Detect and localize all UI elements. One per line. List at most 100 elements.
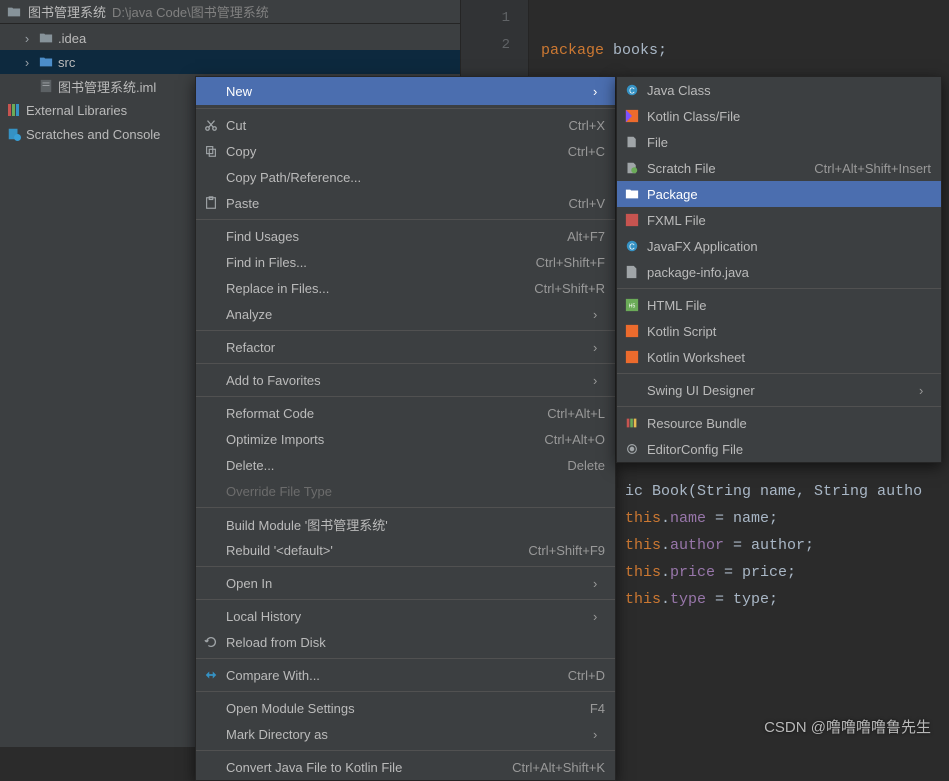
menu-compare[interactable]: Compare With...Ctrl+D <box>196 662 615 688</box>
submenu-file[interactable]: File <box>617 129 941 155</box>
separator <box>196 363 615 364</box>
kotlin-icon <box>623 107 641 125</box>
tree-label: .idea <box>58 31 86 46</box>
cut-icon <box>202 116 220 134</box>
scratches-icon <box>6 126 22 142</box>
breadcrumb-path: D:\java Code\图书管理系统 <box>112 2 269 21</box>
context-menu: New› CutCtrl+X CopyCtrl+C Copy Path/Refe… <box>195 76 616 781</box>
folder-icon <box>38 30 54 46</box>
chevron-right-icon: › <box>593 307 605 322</box>
chevron-right-icon[interactable]: › <box>20 55 34 69</box>
separator <box>196 599 615 600</box>
menu-modsettings[interactable]: Open Module SettingsF4 <box>196 695 615 721</box>
separator <box>617 373 941 374</box>
menu-convert[interactable]: Convert Java File to Kotlin FileCtrl+Alt… <box>196 754 615 780</box>
copy-icon <box>202 142 220 160</box>
package-icon <box>623 185 641 203</box>
submenu-fxml[interactable]: FXML File <box>617 207 941 233</box>
menu-openin[interactable]: Open In› <box>196 570 615 596</box>
svg-text:C: C <box>629 243 635 252</box>
resource-bundle-icon <box>623 414 641 432</box>
submenu-javafx[interactable]: C JavaFX Application <box>617 233 941 259</box>
submenu-kscript[interactable]: Kotlin Script <box>617 318 941 344</box>
chevron-right-icon: › <box>593 727 605 742</box>
menu-reformat[interactable]: Reformat CodeCtrl+Alt+L <box>196 400 615 426</box>
package-info-icon <box>623 263 641 281</box>
compare-icon <box>202 666 220 684</box>
menu-optimize[interactable]: Optimize ImportsCtrl+Alt+O <box>196 426 615 452</box>
iml-file-icon <box>38 78 54 94</box>
menu-reload[interactable]: Reload from Disk <box>196 629 615 655</box>
menu-findusages[interactable]: Find UsagesAlt+F7 <box>196 223 615 249</box>
menu-delete[interactable]: Delete...Delete <box>196 452 615 478</box>
tree-item-idea[interactable]: › .idea <box>0 26 460 50</box>
tree-item-src[interactable]: › src <box>0 50 460 74</box>
kotlin-script-icon <box>623 322 641 340</box>
submenu-scratch[interactable]: Scratch FileCtrl+Alt+Shift+Insert <box>617 155 941 181</box>
submenu-html[interactable]: H5 HTML File <box>617 292 941 318</box>
file-icon <box>623 133 641 151</box>
reload-icon <box>202 633 220 651</box>
submenu-editorconfig[interactable]: EditorConfig File <box>617 436 941 462</box>
editorconfig-icon <box>623 440 641 458</box>
watermark: CSDN @噜噜噜噜鲁先生 <box>764 716 931 737</box>
java-class-icon: C <box>623 81 641 99</box>
tree-label: External Libraries <box>26 103 127 118</box>
submenu-kworksheet[interactable]: Kotlin Worksheet <box>617 344 941 370</box>
menu-rebuild[interactable]: Rebuild '<default>'Ctrl+Shift+F9 <box>196 537 615 563</box>
submenu-swing[interactable]: Swing UI Designer› <box>617 377 941 403</box>
tree-label: Scratches and Console <box>26 127 160 142</box>
paste-icon <box>202 194 220 212</box>
chevron-right-icon: › <box>593 609 605 624</box>
separator <box>196 750 615 751</box>
fxml-icon <box>623 211 641 229</box>
menu-analyze[interactable]: Analyze› <box>196 301 615 327</box>
menu-buildmod[interactable]: Build Module '图书管理系统' <box>196 511 615 537</box>
tree-label: src <box>58 55 75 70</box>
separator <box>196 658 615 659</box>
source-folder-icon <box>38 54 54 70</box>
library-icon <box>6 102 22 118</box>
submenu-pkginfo[interactable]: package-info.java <box>617 259 941 285</box>
tree-label: 图书管理系统.iml <box>58 77 156 96</box>
submenu-kotlinclass[interactable]: Kotlin Class/File <box>617 103 941 129</box>
svg-text:H5: H5 <box>629 304 636 310</box>
submenu-javaclass[interactable]: C Java Class <box>617 77 941 103</box>
menu-override: Override File Type <box>196 478 615 504</box>
menu-refactor[interactable]: Refactor› <box>196 334 615 360</box>
breadcrumb-project: 图书管理系统 <box>28 2 106 21</box>
menu-findfiles[interactable]: Find in Files...Ctrl+Shift+F <box>196 249 615 275</box>
kotlin-worksheet-icon <box>623 348 641 366</box>
menu-markdir[interactable]: Mark Directory as› <box>196 721 615 747</box>
separator <box>196 219 615 220</box>
separator <box>196 566 615 567</box>
chevron-right-icon: › <box>593 340 605 355</box>
chevron-right-icon: › <box>593 576 605 591</box>
line-number: 1 <box>461 10 528 37</box>
separator <box>617 288 941 289</box>
chevron-right-icon: › <box>919 383 931 398</box>
java-class-icon: C <box>623 237 641 255</box>
chevron-right-icon: › <box>593 84 605 99</box>
line-number: 2 <box>461 37 528 64</box>
svg-text:C: C <box>629 87 635 96</box>
chevron-right-icon[interactable]: › <box>20 31 34 45</box>
separator <box>196 396 615 397</box>
chevron-right-icon: › <box>593 373 605 388</box>
menu-addfav[interactable]: Add to Favorites› <box>196 367 615 393</box>
code-area-lower: ic Book(String name, String autho this.n… <box>625 451 922 640</box>
separator <box>196 108 615 109</box>
menu-localhist[interactable]: Local History› <box>196 603 615 629</box>
menu-copy[interactable]: CopyCtrl+C <box>196 138 615 164</box>
submenu-resource[interactable]: Resource Bundle <box>617 410 941 436</box>
submenu-package[interactable]: Package <box>617 181 941 207</box>
menu-cut[interactable]: CutCtrl+X <box>196 112 615 138</box>
menu-paste[interactable]: PasteCtrl+V <box>196 190 615 216</box>
menu-copypath[interactable]: Copy Path/Reference... <box>196 164 615 190</box>
folder-icon <box>6 4 22 20</box>
new-submenu: C Java Class Kotlin Class/File File Scra… <box>616 76 942 463</box>
menu-new[interactable]: New› <box>196 77 615 105</box>
separator <box>617 406 941 407</box>
menu-replacefiles[interactable]: Replace in Files...Ctrl+Shift+R <box>196 275 615 301</box>
separator <box>196 330 615 331</box>
